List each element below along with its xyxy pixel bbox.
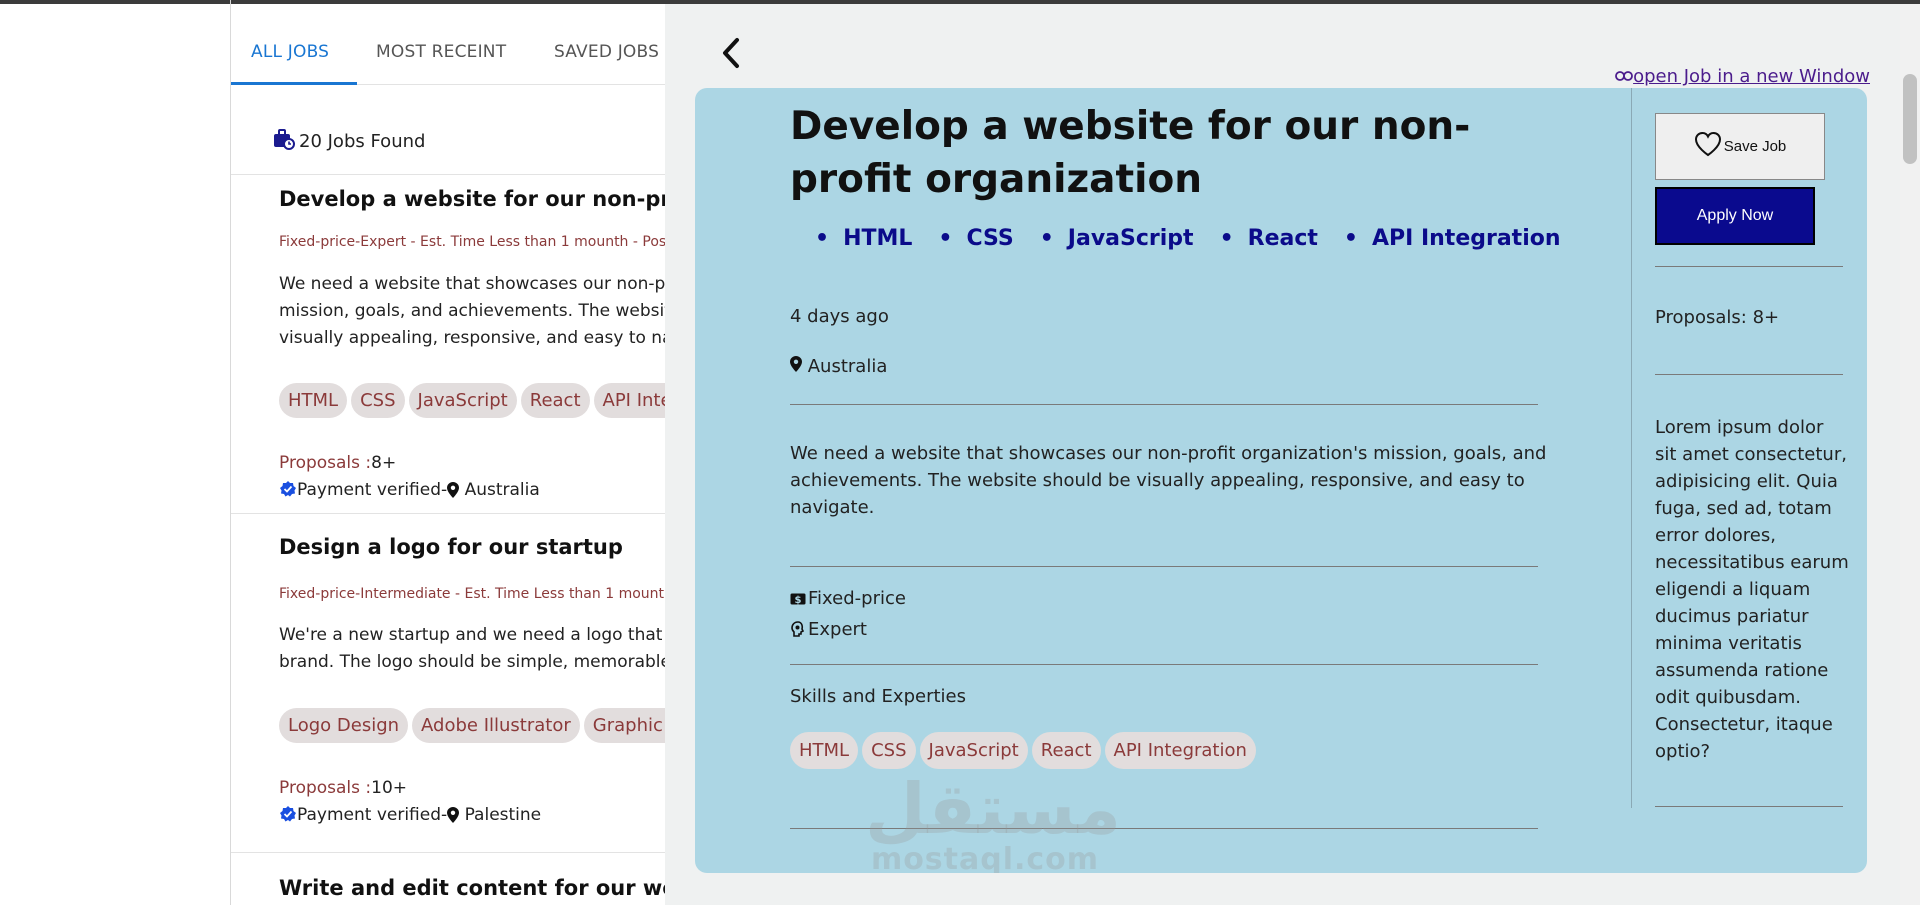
skill-chip: API Integration (593, 383, 671, 418)
briefcase-clock-icon (273, 128, 295, 155)
divider (790, 566, 1538, 567)
job-tabs: ALL JOBS MOST RECEINT SAVED JOBS (231, 30, 671, 85)
job-card[interactable]: Develop a website for our non-profit org… (231, 174, 671, 514)
location-pin-icon (447, 480, 460, 500)
skill-chip: React (1031, 732, 1101, 769)
detail-location-text: Australia (807, 356, 888, 377)
jobs-found-text: 20 Jobs Found (299, 131, 426, 152)
svg-text:$: $ (795, 595, 802, 606)
job-title[interactable]: Design a logo for our startup (279, 535, 623, 559)
verified-badge-icon (279, 480, 297, 500)
detail-price-type: $ Fixed-price (790, 588, 906, 609)
skill-bullet: JavaScript (1040, 226, 1194, 251)
job-description: We're a new startup and we need a logo t… (279, 625, 671, 672)
apply-now-button[interactable]: Apply Now (1655, 187, 1815, 245)
payment-verified-text: Payment verified- (297, 480, 448, 500)
skill-chip: HTML (279, 383, 348, 418)
save-job-label: Save Job (1723, 138, 1787, 155)
skills-heading: Skills and Experties (790, 686, 966, 707)
verified-badge-icon (279, 805, 297, 825)
skill-chip: JavaScript (408, 383, 517, 418)
back-arrow-icon[interactable] (715, 34, 747, 74)
job-proposals: Proposals :10+ (279, 778, 407, 798)
payment-verified-text: Payment verified- (297, 805, 448, 825)
location-pin-icon (447, 805, 460, 825)
skill-chip: API Integration (1104, 732, 1256, 769)
skill-chip: JavaScript (919, 732, 1028, 769)
job-skills: Logo DesignAdobe IllustratorGraphic Desi… (279, 708, 671, 743)
skill-bullet: React (1220, 226, 1318, 251)
detail-skill-chips: HTML CSS JavaScript React API Integration (790, 732, 1260, 769)
detail-location: Australia (790, 356, 887, 377)
skill-chip: Logo Design (279, 708, 409, 743)
job-card[interactable]: Design a logo for our startup Fixed-pric… (231, 512, 671, 853)
open-new-window-text[interactable]: open Job in a new Window (1633, 66, 1870, 87)
skill-chip: Graphic Design (583, 708, 671, 743)
job-list-panel: ALL JOBS MOST RECEINT SAVED JOBS 20 Jobs… (230, 0, 671, 905)
watermark-logo: مستقل mostaql.com (865, 768, 1122, 874)
divider (1655, 806, 1843, 807)
heart-icon (1694, 131, 1724, 157)
skill-chip: CSS (351, 383, 405, 418)
skill-chip: React (520, 383, 590, 418)
detail-main-column: Develop a website for our non-profit org… (695, 88, 1695, 873)
tab-most-recent[interactable]: MOST RECEINT (376, 42, 506, 62)
side-description: Lorem ipsum dolor sit amet consectetur, … (1655, 417, 1849, 762)
skill-bullet: CSS (938, 226, 1013, 251)
job-proposals: Proposals :8+ (279, 453, 396, 473)
job-meta: Fixed-price-Expert - Est. Time Less than… (279, 234, 671, 250)
job-skills: HTMLCSSJavaScriptReactAPI Integration (279, 383, 671, 418)
detail-posted-time: 4 days ago (790, 306, 889, 327)
open-new-window-link[interactable]: open Job in a new Window (1615, 66, 1870, 87)
location-pin-icon (790, 356, 802, 377)
divider (1655, 266, 1843, 267)
detail-title: Develop a website for our non-profit org… (790, 104, 1471, 202)
job-title[interactable]: Write and edit content for our website (279, 876, 671, 900)
scrollbar-thumb[interactable] (1903, 74, 1917, 164)
job-detail-card: Develop a website for our non-profit org… (695, 88, 1867, 873)
job-description: We need a website that showcases our non… (279, 274, 671, 348)
side-proposals: Proposals: 8+ (1655, 307, 1780, 328)
watermark-arabic: مستقل (865, 768, 1122, 850)
job-location: Palestine (464, 805, 542, 825)
job-meta: Fixed-price-Intermediate - Est. Time Les… (279, 586, 671, 602)
price-type-text: Fixed-price (808, 588, 906, 609)
skill-bullet: HTML (815, 226, 912, 251)
level-text: Expert (808, 619, 867, 640)
detail-skill-bullets: HTML CSS JavaScript React API Integration (815, 226, 1587, 251)
proposals-label: Proposals : (279, 778, 372, 798)
jobs-found-count: 20 Jobs Found (273, 128, 425, 155)
tab-all-jobs[interactable]: ALL JOBS (251, 42, 329, 62)
job-location: Australia (464, 480, 540, 500)
job-card[interactable]: Write and edit content for our website (231, 852, 671, 905)
tab-saved-jobs[interactable]: SAVED JOBS (554, 42, 659, 62)
proposals-value: 10+ (371, 778, 408, 798)
divider (790, 664, 1538, 665)
payment-location: Payment verified- Palestine (279, 805, 541, 825)
divider (1655, 374, 1843, 375)
payment-location: Payment verified- Australia (279, 480, 540, 500)
brain-icon (790, 619, 808, 640)
job-detail-drawer: open Job in a new Window Develop a websi… (665, 4, 1920, 905)
detail-level: Expert (790, 619, 867, 640)
active-tab-indicator (231, 82, 357, 85)
skill-chip: Adobe Illustrator (412, 708, 580, 743)
skill-bullet: API Integration (1344, 226, 1561, 251)
detail-description: We need a website that showcases our non… (790, 443, 1547, 518)
money-icon: $ (790, 588, 808, 609)
column-divider (1631, 88, 1632, 808)
proposals-label: Proposals : (279, 453, 372, 473)
save-job-button[interactable]: Save Job (1655, 113, 1825, 180)
link-icon (1615, 66, 1633, 87)
job-title[interactable]: Develop a website for our non-profit org… (279, 187, 671, 211)
skill-chip: HTML (790, 732, 859, 769)
skill-chip: CSS (862, 732, 916, 769)
watermark-latin: mostaql.com (870, 842, 1100, 874)
proposals-value: 8+ (371, 453, 397, 473)
divider (790, 404, 1538, 405)
